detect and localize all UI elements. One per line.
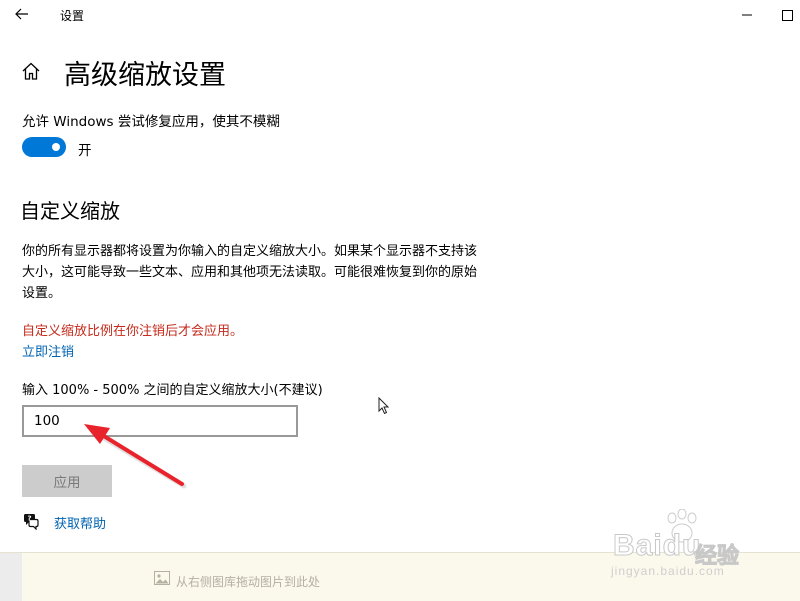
signout-warning: 自定义缩放比例在你注销后才会应用。 xyxy=(22,324,244,339)
signout-link[interactable]: 立即注销 xyxy=(22,341,74,360)
get-help-link[interactable]: 获取帮助 xyxy=(54,513,106,532)
title-bar: 设置 xyxy=(0,0,800,30)
window-title: 设置 xyxy=(60,9,85,23)
help-chat-icon: ? xyxy=(24,514,39,530)
annotation-arrow xyxy=(84,424,187,489)
scaling-description: 你的所有显示器都将设置为你输入的自定义缩放大小。如果某个显示器不支持该大小，这可… xyxy=(22,244,478,301)
blur-fix-toggle[interactable] xyxy=(22,137,66,157)
baidu-watermark: Baidu 经验 jingyan.baidu.com xyxy=(605,505,775,585)
watermark-url: jingyan.baidu.com xyxy=(611,564,725,578)
scale-input-label: 输入 100% - 500% 之间的自定义缩放大小(不建议) xyxy=(22,383,323,398)
back-arrow-icon[interactable] xyxy=(10,2,36,26)
minimize-icon[interactable] xyxy=(735,0,759,30)
mouse-cursor-icon xyxy=(378,397,390,415)
svg-text:?: ? xyxy=(27,515,31,523)
watermark-brand: Baidu xyxy=(612,529,702,563)
section-heading: 自定义缩放 xyxy=(20,199,120,223)
blur-fix-label: 允许 Windows 尝试修复应用，使其不模糊 xyxy=(22,114,280,130)
page-title: 高级缩放设置 xyxy=(64,60,226,91)
panel-left-strip xyxy=(0,553,22,601)
drop-hint-text: 从右侧图库拖动图片到此处 xyxy=(176,575,321,589)
image-icon xyxy=(154,571,170,585)
toggle-knob xyxy=(52,143,60,151)
toggle-state-label: 开 xyxy=(78,143,92,159)
home-icon[interactable] xyxy=(20,60,42,82)
maximize-icon[interactable] xyxy=(775,0,800,30)
